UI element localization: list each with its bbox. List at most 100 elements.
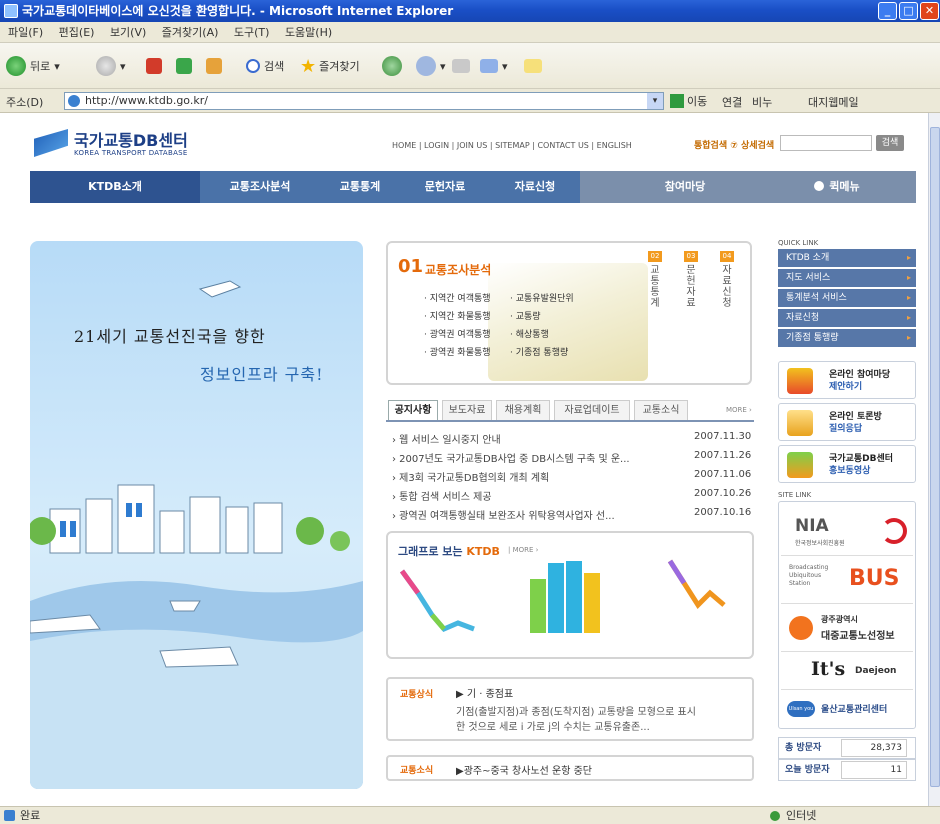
- nav-data-request[interactable]: 자료신청: [490, 171, 580, 203]
- promo-video[interactable]: 국가교통DB센터 홍보동영상: [778, 445, 916, 483]
- site-link-gwangju[interactable]: 광주광역시 대중교통노선정보: [781, 606, 913, 652]
- box01-links-left: · 지역간 여객통행 · 지역간 화물통행 · 광역권 여객통행 · 광역권 화…: [424, 290, 491, 362]
- notice-item[interactable]: › 제3회 국가교통DB협의회 개최 계획 2007.11.06: [392, 469, 751, 487]
- promo-suggest[interactable]: 온라인 참여마당 제안하기: [778, 361, 916, 399]
- site-link-ulsan[interactable]: Ulsan you 울산교통관리센터: [781, 692, 913, 726]
- quick-link-ktdb[interactable]: KTDB 소개 ▸: [778, 249, 916, 267]
- box01-links-right: · 교통유발원단위 · 교통량 · 해상통행 · 기종점 통행량: [510, 290, 574, 362]
- site-link-title: SITE LINK: [778, 491, 812, 499]
- video-icon: [787, 452, 813, 478]
- nav-traffic-stats[interactable]: 교통통계: [320, 171, 400, 203]
- traffic-info-heading[interactable]: ▶ 기 · 종점표: [456, 685, 513, 700]
- history-icon: [382, 56, 402, 76]
- refresh-icon: [176, 58, 192, 74]
- vtab-data-request[interactable]: 04 자료신청: [720, 251, 734, 309]
- address-label: 주소(D): [6, 96, 44, 109]
- graph-more-link[interactable]: | MORE ›: [508, 546, 538, 554]
- url-input[interactable]: http://www.ktdb.go.kr/ ▾: [64, 92, 664, 110]
- status-text: 완료: [20, 809, 41, 822]
- notice-item[interactable]: › 2007년도 국가교통DB사업 중 DB시스템 구축 및 운... 2007.…: [392, 450, 751, 468]
- site-logo[interactable]: 국가교통DB센터 KOREA TRANSPORT DATABASE: [34, 127, 234, 163]
- window-titlebar: 국가교통데이타베이스에 오신것을 환영합니다. - Microsoft Inte…: [0, 0, 940, 22]
- internet-zone-icon: [770, 811, 780, 821]
- home-button[interactable]: [206, 53, 226, 79]
- site-link-daejeon[interactable]: It's Daejeon: [781, 654, 913, 690]
- menu-view[interactable]: 보기(V): [110, 26, 146, 39]
- box01-title[interactable]: 교통조사분석: [425, 261, 491, 278]
- menu-help[interactable]: 도움말(H): [285, 26, 332, 39]
- scroll-thumb[interactable]: [930, 127, 940, 787]
- link-metro-freight[interactable]: · 광역권 화물통행: [424, 344, 491, 362]
- traffic-news-label: 교통소식: [400, 766, 434, 776]
- notice-item[interactable]: › 광역권 여객통행실태 보완조사 위탁용역사업자 선... 2007.10.16: [392, 507, 751, 525]
- traffic-news-text[interactable]: ▶광주~중국 창사노선 운항 중단: [456, 762, 592, 777]
- tab-notice[interactable]: 공지사항: [388, 400, 438, 420]
- main-navigation: KTDB소개 교통조사분석 교통통계 문헌자료 자료신청 참여마당 퀵메뉴: [30, 171, 916, 203]
- menu-favorites[interactable]: 즐겨찾기(A): [162, 26, 219, 39]
- nia-logo-icon: [881, 518, 907, 544]
- edit-button[interactable]: ▾: [480, 53, 508, 79]
- site-link-bus[interactable]: Broadcasting Ubiquitous Station BUS: [781, 558, 913, 604]
- stop-button[interactable]: [146, 53, 166, 79]
- nav-ktdb-intro[interactable]: KTDB소개: [30, 171, 200, 203]
- graph-title[interactable]: 그래프로 보는 KTDB: [398, 543, 500, 559]
- menu-file[interactable]: 파일(F): [8, 26, 43, 39]
- close-button[interactable]: ✕: [920, 2, 939, 20]
- tab-traffic-news[interactable]: 교통소식: [634, 400, 688, 420]
- link-metro-passenger[interactable]: · 광역권 여객통행: [424, 326, 491, 344]
- top-navigation[interactable]: HOME | LOGIN | JOIN US | SITEMAP | CONTA…: [392, 141, 632, 150]
- mail-button[interactable]: ▾: [416, 53, 446, 79]
- link-maritime[interactable]: · 해상통행: [510, 326, 574, 344]
- quick-link-request[interactable]: 자료신청 ▸: [778, 309, 916, 327]
- nav-traffic-survey[interactable]: 교통조사분석: [200, 171, 320, 203]
- messenger-button[interactable]: [524, 53, 546, 79]
- link-od-volume[interactable]: · 기종점 통행량: [510, 344, 574, 362]
- traffic-info-label: 교통상식: [400, 690, 434, 700]
- search-button[interactable]: 검색: [246, 53, 284, 79]
- address-bar: 주소(D) http://www.ktdb.go.kr/ ▾ 이동 연결 비누 …: [0, 89, 940, 113]
- site-search-input[interactable]: [780, 135, 872, 151]
- notice-item[interactable]: › 웹 서비스 일시중지 안내 2007.11.30: [392, 431, 751, 449]
- promo-discussion[interactable]: 온라인 토론방 질의응답: [778, 403, 916, 441]
- quick-link-od[interactable]: 기종점 통행량 ▸: [778, 329, 916, 347]
- menu-edit[interactable]: 편집(E): [59, 26, 95, 39]
- tab-recruit[interactable]: 채용계획: [496, 400, 550, 420]
- vtab-literature[interactable]: 03 문헌자료: [684, 251, 698, 309]
- forward-button[interactable]: ▾: [96, 53, 126, 79]
- nav-literature[interactable]: 문헌자료: [400, 171, 490, 203]
- link-regional-passenger[interactable]: · 지역간 여객통행: [424, 290, 491, 308]
- quick-link-map[interactable]: 지도 서비스 ▸: [778, 269, 916, 287]
- nav-participation[interactable]: 참여마당: [580, 171, 758, 203]
- link-traffic-volume[interactable]: · 교통량: [510, 308, 574, 326]
- link-trip-generation[interactable]: · 교통유발원단위: [510, 290, 574, 308]
- minimize-button[interactable]: _: [878, 2, 897, 20]
- box01-number: 01: [398, 256, 424, 277]
- forward-arrow-icon: [96, 56, 116, 76]
- notice-more-link[interactable]: MORE ›: [726, 406, 752, 414]
- ulsan-logo-icon: Ulsan you: [787, 701, 815, 717]
- maximize-button[interactable]: □: [899, 2, 918, 20]
- web-page: 국가교통DB센터 KOREA TRANSPORT DATABASE HOME |…: [0, 113, 928, 806]
- site-link-nia[interactable]: NIA 한국정보사회진흥원: [781, 510, 913, 556]
- nav-quick-menu[interactable]: 퀵메뉴: [758, 171, 916, 203]
- quick-link-stats[interactable]: 통계분석 서비스 ▸: [778, 289, 916, 307]
- notice-item[interactable]: › 통합 검색 서비스 제공 2007.10.26: [392, 488, 751, 506]
- traffic-info-box: 교통상식 ▶ 기 · 종점표 기점(출발지점)과 종점(도착지점) 교통량을 모…: [386, 677, 754, 741]
- link-regional-freight[interactable]: · 지역간 화물통행: [424, 308, 491, 326]
- print-button[interactable]: [452, 53, 474, 79]
- refresh-button[interactable]: [176, 53, 196, 79]
- link-webmail[interactable]: 대지웹메일: [808, 94, 859, 110]
- vertical-scrollbar[interactable]: [928, 113, 940, 806]
- back-button[interactable]: 뒤로 ▾: [6, 53, 60, 79]
- menu-tools[interactable]: 도구(T): [234, 26, 270, 39]
- tab-data-update[interactable]: 자료업데이트: [554, 400, 630, 420]
- link-binu[interactable]: 비누: [752, 94, 772, 110]
- today-visitors: 오늘 방문자 11: [778, 759, 916, 781]
- go-button[interactable]: 이동: [670, 93, 707, 109]
- history-button[interactable]: [382, 53, 406, 79]
- favorites-button[interactable]: ★ 즐겨찾기: [300, 53, 360, 79]
- url-dropdown-arrow[interactable]: ▾: [647, 93, 663, 109]
- site-search-button[interactable]: 검색: [876, 135, 904, 151]
- vtab-traffic-stats[interactable]: 02 교통통계: [648, 251, 662, 309]
- tab-press[interactable]: 보도자료: [442, 400, 492, 420]
